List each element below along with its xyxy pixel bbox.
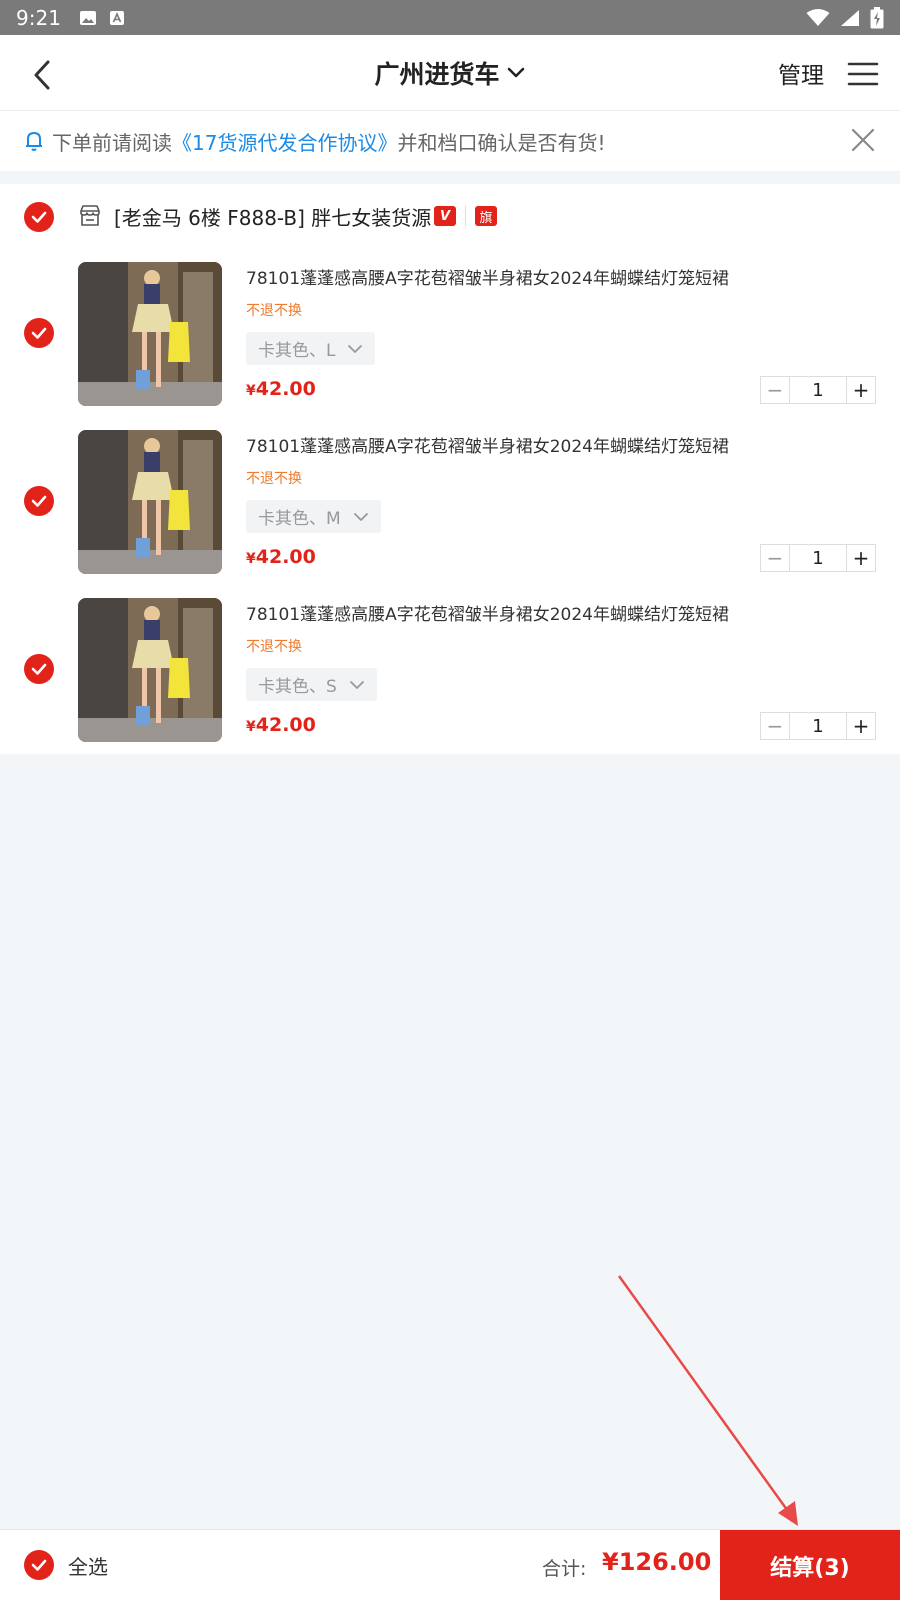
flagship-badge: 旗 (475, 206, 497, 226)
cart-item: 78101蓬蓬感高腰A字花苞褶皱半身裙女2024年蝴蝶结灯笼短裙 不退不换 卡其… (0, 262, 900, 412)
quantity-stepper: − 1 + (760, 544, 876, 572)
price-value: 42.00 (255, 546, 316, 568)
menu-button[interactable] (846, 57, 880, 91)
check-icon (31, 1559, 47, 1571)
store-select-checkbox[interactable] (24, 202, 54, 232)
quantity-value[interactable]: 1 (789, 713, 847, 739)
cart-region-dropdown[interactable]: 广州进货车 (374, 55, 525, 91)
item-select-checkbox[interactable] (24, 318, 54, 348)
store-name[interactable]: [老金马 6楼 F888-B] 胖七女装货源 (114, 202, 431, 231)
spec-selector[interactable]: 卡其色、M (246, 500, 381, 533)
check-icon (31, 495, 47, 507)
product-photo (78, 262, 222, 406)
currency-symbol: ¥ (246, 719, 256, 735)
price-value: 42.00 (255, 378, 316, 400)
agreement-link[interactable]: 《17货源代发合作协议》 (172, 131, 397, 155)
total-label: 合计: (542, 1558, 587, 1580)
quantity-value[interactable]: 1 (789, 377, 847, 403)
battery-icon (870, 6, 884, 28)
increase-quantity-button[interactable]: + (847, 545, 875, 571)
chevron-down-icon (349, 680, 364, 689)
chevron-down-icon (507, 67, 524, 78)
product-title[interactable]: 78101蓬蓬感高腰A字花苞褶皱半身裙女2024年蝴蝶结灯笼短裙 (246, 600, 729, 625)
product-thumbnail[interactable] (78, 262, 222, 406)
item-select-checkbox[interactable] (24, 486, 54, 516)
product-title[interactable]: 78101蓬蓬感高腰A字花苞褶皱半身裙女2024年蝴蝶结灯笼短裙 (246, 432, 729, 457)
item-select-checkbox[interactable] (24, 654, 54, 684)
product-price: ¥42.00 (246, 546, 316, 568)
signal-icon (841, 9, 859, 26)
product-photo (78, 430, 222, 574)
select-all-toggle[interactable]: 全选 (24, 1550, 108, 1580)
notice-bar: 下单前请阅读《17货源代发合作协议》并和档口确认是否有货! (0, 111, 900, 171)
product-thumbnail[interactable] (78, 430, 222, 574)
product-price: ¥42.00 (246, 714, 316, 736)
chevron-down-icon (353, 512, 368, 521)
cart-item: 78101蓬蓬感高腰A字花苞褶皱半身裙女2024年蝴蝶结灯笼短裙 不退不换 卡其… (0, 598, 900, 748)
select-all-checkbox[interactable] (24, 1550, 54, 1580)
chevron-down-icon (348, 344, 363, 353)
checkout-bar: 全选 合计: ¥126.00 结算(3) (0, 1529, 900, 1600)
decrease-quantity-button[interactable]: − (761, 713, 789, 739)
check-icon (31, 663, 47, 675)
quantity-value[interactable]: 1 (789, 545, 847, 571)
nav-bar: 广州进货车 管理 (0, 35, 900, 111)
increase-quantity-button[interactable]: + (847, 377, 875, 403)
product-photo (78, 598, 222, 742)
store-card: [老金马 6楼 F888-B] 胖七女装货源 V 旗 78101蓬蓬感高腰A字花… (0, 184, 900, 754)
spec-value: 卡其色、M (258, 509, 341, 529)
product-title[interactable]: 78101蓬蓬感高腰A字花苞褶皱半身裙女2024年蝴蝶结灯笼短裙 (246, 264, 729, 289)
spec-selector[interactable]: 卡其色、L (246, 332, 376, 365)
close-icon (851, 128, 875, 152)
status-time: 9:21 (16, 5, 61, 30)
notice-close-button[interactable] (848, 125, 878, 155)
total-amount: ¥126.00 (602, 1548, 712, 1576)
currency-symbol: ¥ (246, 551, 256, 567)
bell-icon (26, 132, 42, 151)
check-icon (31, 327, 47, 339)
no-return-tag: 不退不换 (246, 471, 302, 487)
spec-value: 卡其色、L (258, 341, 336, 361)
hamburger-menu-icon (847, 62, 879, 86)
notice-suffix: 并和档口确认是否有货! (397, 130, 606, 155)
product-thumbnail[interactable] (78, 598, 222, 742)
notice-text: 下单前请阅读《17货源代发合作协议》并和档口确认是否有货! (52, 127, 605, 156)
decrease-quantity-button[interactable]: − (761, 545, 789, 571)
wifi-icon (806, 8, 830, 26)
image-notification-icon (79, 10, 96, 25)
increase-quantity-button[interactable]: + (847, 713, 875, 739)
check-icon (31, 211, 47, 223)
spec-selector[interactable]: 卡其色、S (246, 668, 377, 701)
checkout-button[interactable]: 结算(3) (720, 1530, 900, 1600)
spec-value: 卡其色、S (258, 677, 337, 697)
notice-prefix: 下单前请阅读 (52, 130, 172, 155)
currency-symbol: ¥ (246, 383, 256, 399)
store-icon (80, 205, 100, 226)
cart-item: 78101蓬蓬感高腰A字花苞褶皱半身裙女2024年蝴蝶结灯笼短裙 不退不换 卡其… (0, 430, 900, 580)
chevron-left-icon (34, 60, 50, 90)
page-title: 广州进货车 (374, 60, 500, 89)
product-price: ¥42.00 (246, 378, 316, 400)
decrease-quantity-button[interactable]: − (761, 377, 789, 403)
select-all-label: 全选 (68, 1554, 108, 1579)
back-button[interactable] (22, 55, 62, 95)
text-notification-icon (109, 10, 124, 25)
no-return-tag: 不退不换 (246, 303, 302, 319)
quantity-stepper: − 1 + (760, 712, 876, 740)
no-return-tag: 不退不换 (246, 639, 302, 655)
manage-button[interactable]: 管理 (778, 35, 824, 111)
verified-badge: V (434, 206, 456, 226)
badge-divider (465, 206, 466, 226)
status-bar: 9:21 (0, 0, 900, 35)
price-value: 42.00 (255, 714, 316, 736)
store-header: [老金马 6楼 F888-B] 胖七女装货源 V 旗 (0, 184, 900, 250)
quantity-stepper: − 1 + (760, 376, 876, 404)
